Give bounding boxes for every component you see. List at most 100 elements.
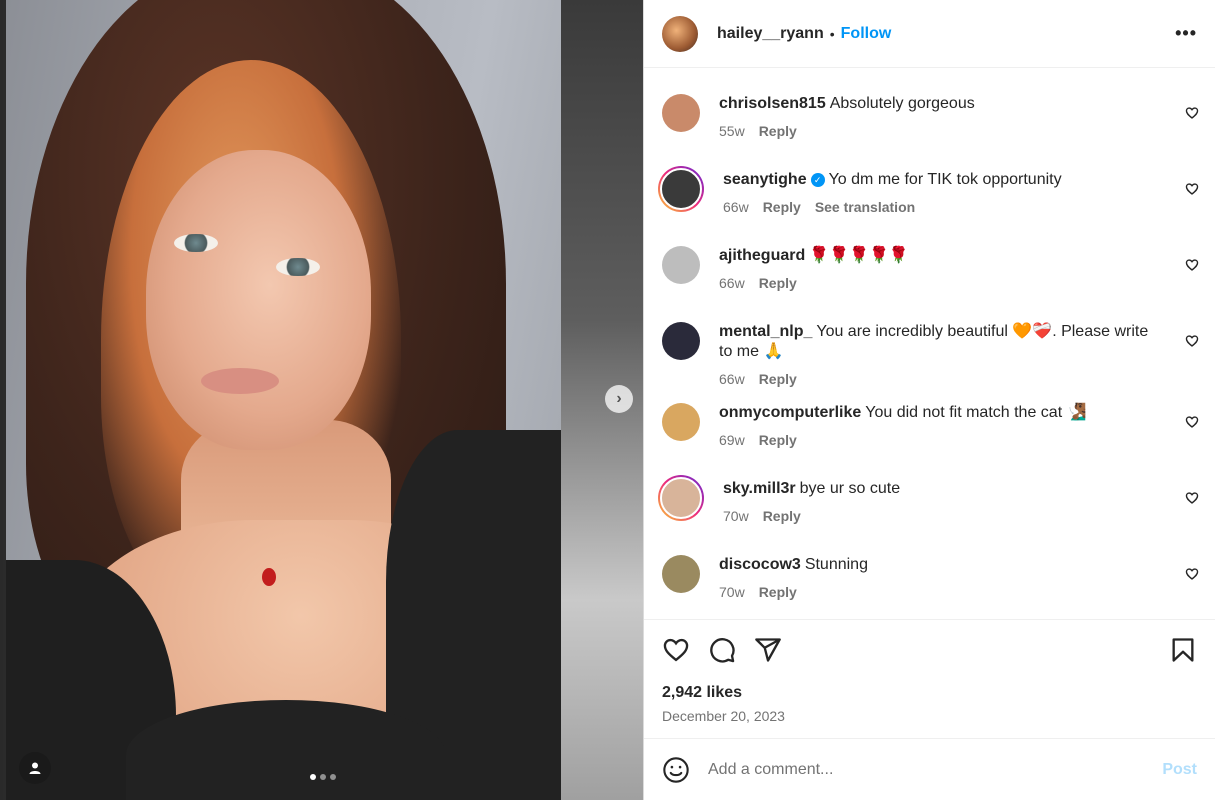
comment-time[interactable]: 55w xyxy=(719,123,745,139)
comment-like-heart-icon[interactable] xyxy=(1185,567,1199,581)
photo-eye-left xyxy=(174,234,218,252)
comment-body: ajitheguard 🌹🌹🌹🌹🌹 66w Reply xyxy=(719,246,1197,306)
post-media: › xyxy=(0,0,643,800)
comments-list[interactable]: chrisolsen815 Absolutely gorgeous 55w Reply… xyxy=(644,68,1215,619)
comment-meta: 66w Reply See translation xyxy=(723,199,1163,215)
tagged-users-button[interactable] xyxy=(19,752,51,784)
comment-text: You did not fit match the cat 🧏🏾‍♂️ xyxy=(865,404,1087,421)
comment-text: Stunning xyxy=(804,556,868,573)
commenter-avatar[interactable] xyxy=(660,168,702,210)
commenter-avatar[interactable] xyxy=(662,555,700,593)
comment-like-heart-icon[interactable] xyxy=(1185,106,1199,120)
post-actions: 2,942 likes December 20, 2023 xyxy=(644,619,1215,739)
story-ring[interactable] xyxy=(658,475,704,521)
comment-text: bye ur so cute xyxy=(799,480,901,497)
carousel-next-button[interactable]: › xyxy=(605,385,633,413)
comment-meta: 66w Reply xyxy=(719,371,1163,387)
commenter-avatar[interactable] xyxy=(662,94,700,132)
comment-like-heart-icon[interactable] xyxy=(1185,258,1199,272)
see-translation-button[interactable]: See translation xyxy=(815,199,915,215)
comment-meta: 69w Reply xyxy=(719,432,1163,448)
comment-input[interactable] xyxy=(708,760,1163,779)
commenter-avatar[interactable] xyxy=(660,477,702,519)
carousel-dot xyxy=(310,774,316,780)
comment-item: onmycomputerlike You did not fit match th… xyxy=(644,387,1215,463)
comment-time[interactable]: 70w xyxy=(719,584,745,600)
like-count[interactable]: 2,942 likes xyxy=(662,684,1197,702)
heart-icon[interactable] xyxy=(662,636,690,664)
commenter-username[interactable]: onmycomputerlike xyxy=(719,404,861,421)
author-avatar[interactable] xyxy=(662,15,698,52)
comment-text-line: mental_nlp_ You are incredibly beautiful … xyxy=(719,322,1163,362)
comment-body: discocow3 Stunning 70w Reply xyxy=(719,555,1197,615)
comment-item: sky.mill3r bye ur so cute 70w Reply xyxy=(644,463,1215,539)
comment-text: Absolutely gorgeous xyxy=(829,95,975,112)
post-side-panel: hailey__ryann • Follow ••• chrisolsen815… xyxy=(643,0,1215,800)
emoji-icon[interactable] xyxy=(662,756,690,784)
comment-icon[interactable] xyxy=(708,636,736,664)
reply-button[interactable]: Reply xyxy=(759,584,797,600)
commenter-username[interactable]: chrisolsen815 xyxy=(719,95,826,112)
comment-like-heart-icon[interactable] xyxy=(1185,334,1199,348)
comment-like-heart-icon[interactable] xyxy=(1185,415,1199,429)
comment-time[interactable]: 69w xyxy=(719,432,745,448)
comment-item: mental_nlp_ You are incredibly beautiful … xyxy=(644,306,1215,387)
comment-like-heart-icon[interactable] xyxy=(1185,491,1199,505)
comment-text: Yo dm me for TIK tok opportunity xyxy=(828,171,1062,188)
author-username[interactable]: hailey__ryann xyxy=(717,25,824,43)
comment-body: seanytighe ✓ Yo dm me for TIK tok opportun… xyxy=(723,170,1197,230)
story-ring[interactable] xyxy=(658,166,704,212)
post-date: December 20, 2023 xyxy=(662,708,785,724)
comment-text-line: seanytighe ✓ Yo dm me for TIK tok opportun… xyxy=(723,170,1163,190)
comment-text-line: sky.mill3r bye ur so cute xyxy=(723,479,1163,499)
photo-eye-right xyxy=(276,258,320,276)
comment-meta: 70w Reply xyxy=(723,508,1163,524)
post-comment-button[interactable]: Post xyxy=(1162,761,1197,779)
chevron-right-icon: › xyxy=(616,390,622,407)
comment-text-line: discocow3 Stunning xyxy=(719,555,1163,575)
comment-item: seanytighe ✓ Yo dm me for TIK tok opportun… xyxy=(644,154,1215,230)
comment-time[interactable]: 66w xyxy=(719,371,745,387)
comment-text-line: onmycomputerlike You did not fit match th… xyxy=(719,403,1163,423)
commenter-username[interactable]: ajitheguard xyxy=(719,247,805,264)
user-icon xyxy=(29,762,41,774)
comment-time[interactable]: 66w xyxy=(719,275,745,291)
comment-meta: 55w Reply xyxy=(719,123,1163,139)
reply-button[interactable]: Reply xyxy=(759,432,797,448)
action-icons xyxy=(662,636,1197,664)
commenter-username[interactable]: mental_nlp_ xyxy=(719,323,812,340)
send-icon[interactable] xyxy=(754,636,782,664)
follow-button[interactable]: Follow xyxy=(841,25,892,43)
commenter-username[interactable]: sky.mill3r xyxy=(723,480,796,497)
reply-button[interactable]: Reply xyxy=(763,199,801,215)
reply-button[interactable]: Reply xyxy=(759,275,797,291)
more-options-icon[interactable]: ••• xyxy=(1175,23,1197,44)
comment-body: mental_nlp_ You are incredibly beautiful … xyxy=(719,322,1197,387)
comment-text-line: ajitheguard 🌹🌹🌹🌹🌹 xyxy=(719,246,1163,266)
carousel-indicator xyxy=(310,774,336,780)
comment-text-line: chrisolsen815 Absolutely gorgeous xyxy=(719,94,1163,114)
reply-button[interactable]: Reply xyxy=(759,123,797,139)
comment-like-heart-icon[interactable] xyxy=(1185,182,1199,196)
bookmark-icon[interactable] xyxy=(1169,636,1197,664)
commenter-avatar[interactable] xyxy=(662,403,700,441)
comment-time[interactable]: 70w xyxy=(723,508,749,524)
verified-badge-icon: ✓ xyxy=(810,173,825,187)
comment-time[interactable]: 66w xyxy=(723,199,749,215)
photo-lips xyxy=(201,368,279,394)
reply-button[interactable]: Reply xyxy=(759,371,797,387)
comment-body: sky.mill3r bye ur so cute 70w Reply xyxy=(723,479,1197,539)
photo-pendant xyxy=(262,568,276,586)
commenter-username[interactable]: seanytighe xyxy=(723,171,807,188)
commenter-avatar[interactable] xyxy=(662,322,700,360)
commenter-username[interactable]: discocow3 xyxy=(719,556,801,573)
post-header: hailey__ryann • Follow ••• xyxy=(644,0,1215,68)
header-separator: • xyxy=(829,25,835,42)
commenter-avatar[interactable] xyxy=(662,246,700,284)
carousel-dot xyxy=(320,774,326,780)
comment-item: chrisolsen815 Absolutely gorgeous 55w Reply xyxy=(644,78,1215,154)
reply-button[interactable]: Reply xyxy=(763,508,801,524)
comment-body: onmycomputerlike You did not fit match th… xyxy=(719,403,1197,463)
comment-meta: 70w Reply xyxy=(719,584,1163,600)
photo-face xyxy=(146,150,371,450)
